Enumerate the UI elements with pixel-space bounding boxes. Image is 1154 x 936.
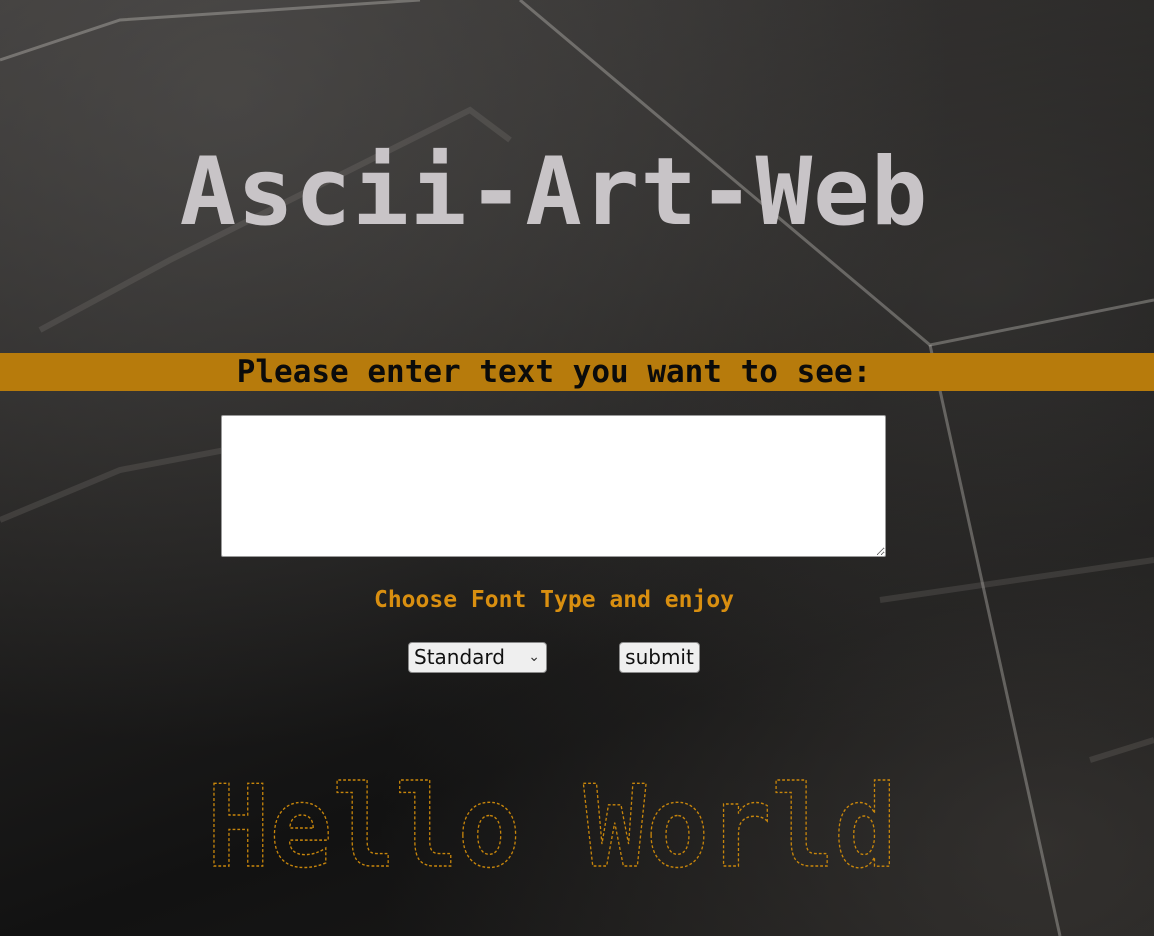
font-type-selected-value: Standard (414, 645, 505, 669)
font-type-select[interactable]: Standard ⌄ (408, 642, 547, 673)
page: Ascii-Art-Web Please enter text you want… (0, 0, 1154, 936)
font-hint-label: Choose Font Type and enjoy (373, 587, 735, 613)
prompt-banner: Please enter text you want to see: (0, 353, 1154, 391)
submit-button[interactable]: submit (619, 642, 700, 673)
ascii-art-text: Hello World (207, 770, 897, 875)
ascii-art-output: Hello World (206, 770, 897, 875)
prompt-label: Please enter text you want to see: (236, 354, 872, 390)
text-input[interactable] (221, 415, 886, 557)
page-title: Ascii-Art-Web (179, 138, 929, 247)
chevron-down-icon: ⌄ (528, 649, 540, 665)
